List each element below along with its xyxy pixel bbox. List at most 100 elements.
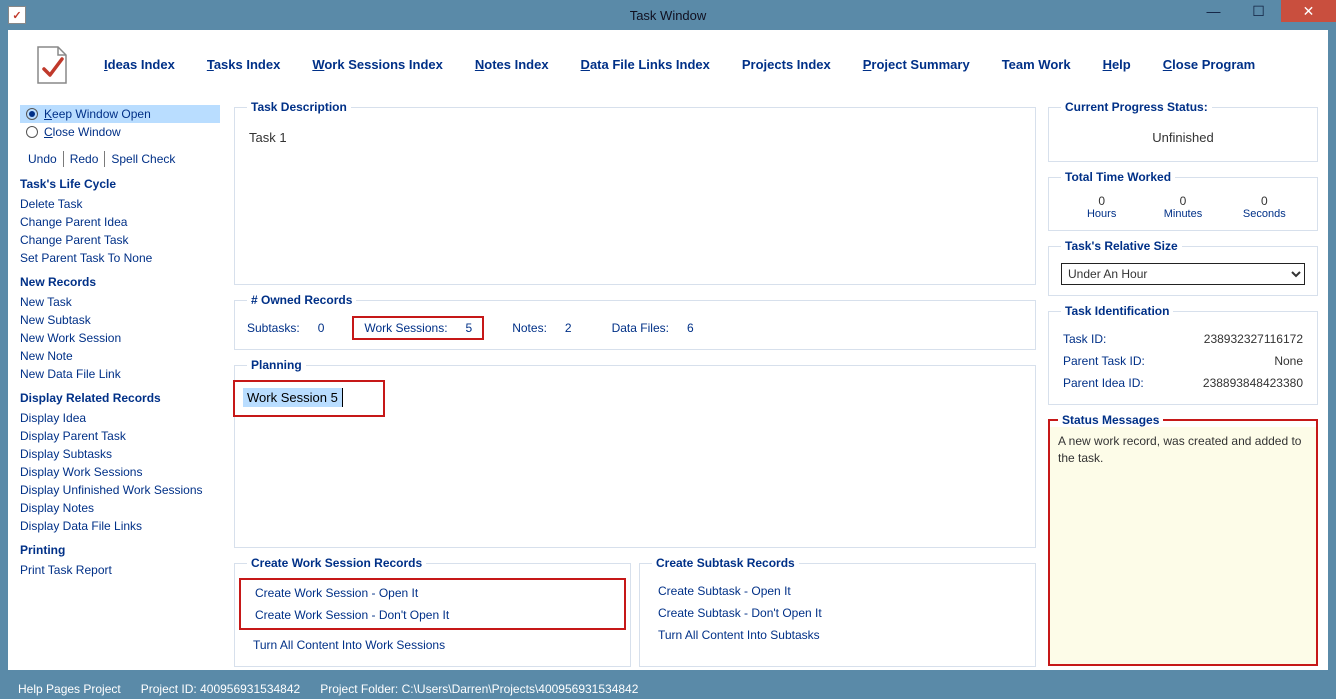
sidebar-link-set-parent-task-to-none[interactable]: Set Parent Task To None	[20, 249, 220, 267]
create-sub-noopen[interactable]: Create Subtask - Don't Open It	[652, 602, 1023, 624]
menu-item-ideas-index[interactable]: Ideas Index	[104, 57, 175, 72]
radio-keep-open[interactable]: Keep Window Open	[20, 105, 220, 123]
menu-item-work-sessions-index[interactable]: Work Sessions Index	[312, 57, 443, 72]
menu-item-help[interactable]: Help	[1103, 57, 1131, 72]
undo-button[interactable]: Undo	[22, 151, 64, 167]
subtasks-label: Subtasks:	[247, 321, 300, 335]
task-id-value: 238932327116172	[1204, 332, 1303, 346]
sidebar-link-display-idea[interactable]: Display Idea	[20, 409, 220, 427]
radio-icon	[26, 108, 38, 120]
logo-icon	[32, 43, 72, 85]
owned-records-label: # Owned Records	[247, 293, 356, 307]
minutes-label: Minutes	[1143, 208, 1223, 220]
progress-status-value: Unfinished	[1061, 124, 1305, 151]
menu-item-data-file-links-index[interactable]: Data File Links Index	[581, 57, 710, 72]
radio-close-label: Close Window	[44, 125, 121, 139]
footer-help[interactable]: Help Pages Project	[18, 682, 121, 696]
create-sub-title: Create Subtask Records	[652, 556, 799, 570]
menu-item-tasks-index[interactable]: Tasks Index	[207, 57, 280, 72]
parent-task-id-label: Parent Task ID:	[1063, 354, 1145, 368]
relative-size-select[interactable]: Under An Hour	[1061, 263, 1305, 285]
radio-keep-label: Keep Window Open	[44, 107, 151, 121]
footer-project-folder: Project Folder: C:\Users\Darren\Projects…	[320, 682, 638, 696]
sidebar-link-display-work-sessions[interactable]: Display Work Sessions	[20, 463, 220, 481]
relative-size-label: Task's Relative Size	[1061, 239, 1182, 253]
sidebar-link-new-note[interactable]: New Note	[20, 347, 220, 365]
sidebar-section-title: Display Related Records	[20, 391, 220, 405]
redo-button[interactable]: Redo	[64, 151, 106, 167]
work-sessions-value: 5	[466, 321, 473, 335]
create-ws-open[interactable]: Create Work Session - Open It	[249, 582, 616, 604]
task-identification-group: Task Identification Task ID: 238932327116…	[1048, 304, 1318, 405]
planning-group: Planning Work Session 5	[234, 358, 1036, 548]
task-description-label: Task Description	[247, 100, 351, 114]
create-sub-allcontent[interactable]: Turn All Content Into Subtasks	[652, 624, 1023, 646]
create-ws-noopen[interactable]: Create Work Session - Don't Open It	[249, 604, 616, 626]
sidebar-link-delete-task[interactable]: Delete Task	[20, 195, 220, 213]
create-sub-open[interactable]: Create Subtask - Open It	[652, 580, 1023, 602]
window-titlebar: ✓ Task Window — ☐ ✕	[0, 0, 1336, 30]
spellcheck-button[interactable]: Spell Check	[105, 151, 181, 167]
create-work-session-group: Create Work Session Records Create Work …	[234, 556, 631, 667]
create-subtask-group: Create Subtask Records Create Subtask - …	[639, 556, 1036, 667]
sidebar-link-new-task[interactable]: New Task	[20, 293, 220, 311]
notes-value: 2	[565, 321, 572, 335]
seconds-value: 0	[1224, 194, 1304, 208]
progress-status-label: Current Progress Status:	[1061, 100, 1212, 114]
notes-label: Notes:	[512, 321, 547, 335]
sidebar-link-new-work-session[interactable]: New Work Session	[20, 329, 220, 347]
planning-label: Planning	[247, 358, 306, 372]
time-worked-group: Total Time Worked 0Hours 0Minutes 0Secon…	[1048, 170, 1318, 231]
sidebar-link-display-subtasks[interactable]: Display Subtasks	[20, 445, 220, 463]
task-id-label: Task ID:	[1063, 332, 1106, 346]
sidebar-link-change-parent-idea[interactable]: Change Parent Idea	[20, 213, 220, 231]
window-title: Task Window	[0, 8, 1336, 23]
progress-status-group: Current Progress Status: Unfinished	[1048, 100, 1318, 162]
owned-records-group: # Owned Records Subtasks: 0 Work Sessions…	[234, 293, 1036, 350]
data-files-value: 6	[687, 321, 694, 335]
seconds-label: Seconds	[1224, 208, 1304, 220]
footer-project-id: Project ID: 400956931534842	[141, 682, 300, 696]
parent-idea-id-label: Parent Idea ID:	[1063, 376, 1144, 390]
sidebar-link-display-data-file-links[interactable]: Display Data File Links	[20, 517, 220, 535]
sidebar-link-display-parent-task[interactable]: Display Parent Task	[20, 427, 220, 445]
sidebar: Keep Window Open Close Window Undo Redo …	[14, 98, 226, 670]
sidebar-link-new-data-file-link[interactable]: New Data File Link	[20, 365, 220, 383]
maximize-button[interactable]: ☐	[1236, 0, 1281, 22]
data-files-label: Data Files:	[612, 321, 669, 335]
parent-task-id-value: None	[1274, 354, 1303, 368]
menu-item-project-summary[interactable]: Project Summary	[863, 57, 970, 72]
menu-item-team-work[interactable]: Team Work	[1002, 57, 1071, 72]
status-messages-label: Status Messages	[1058, 413, 1163, 427]
menu-item-notes-index[interactable]: Notes Index	[475, 57, 549, 72]
create-ws-allcontent[interactable]: Turn All Content Into Work Sessions	[247, 634, 618, 656]
mini-toolbar: Undo Redo Spell Check	[22, 151, 220, 167]
sidebar-link-display-unfinished-work-sessions[interactable]: Display Unfinished Work Sessions	[20, 481, 220, 499]
hours-value: 0	[1062, 194, 1142, 208]
minimize-button[interactable]: —	[1191, 0, 1236, 22]
sidebar-link-new-subtask[interactable]: New Subtask	[20, 311, 220, 329]
main-menubar: Ideas Index Tasks Index Work Sessions Inde…	[8, 30, 1328, 98]
parent-idea-id-value: 238893848423380	[1203, 376, 1303, 390]
minutes-value: 0	[1143, 194, 1223, 208]
sidebar-link-change-parent-task[interactable]: Change Parent Task	[20, 231, 220, 249]
relative-size-group: Task's Relative Size Under An Hour	[1048, 239, 1318, 296]
status-message-text: A new work record, was created and added…	[1050, 427, 1316, 664]
task-description-text[interactable]: Task 1	[247, 124, 1023, 274]
menu-item-projects-index[interactable]: Projects Index	[742, 57, 831, 72]
radio-close-window[interactable]: Close Window	[20, 123, 220, 141]
sidebar-link-print-task-report[interactable]: Print Task Report	[20, 561, 220, 579]
task-description-group: Task Description Task 1	[234, 100, 1036, 285]
sidebar-link-display-notes[interactable]: Display Notes	[20, 499, 220, 517]
subtasks-value: 0	[318, 321, 325, 335]
task-ident-label: Task Identification	[1061, 304, 1173, 318]
sidebar-section-title: Task's Life Cycle	[20, 177, 220, 191]
create-ws-title: Create Work Session Records	[247, 556, 426, 570]
hours-label: Hours	[1062, 208, 1142, 220]
status-bar: Help Pages Project Project ID: 400956931…	[0, 674, 1336, 699]
close-button[interactable]: ✕	[1281, 0, 1336, 22]
planning-input[interactable]: Work Session 5	[243, 388, 343, 407]
work-sessions-label: Work Sessions:	[364, 321, 447, 335]
radio-icon	[26, 126, 38, 138]
menu-item-close-program[interactable]: Close Program	[1163, 57, 1255, 72]
